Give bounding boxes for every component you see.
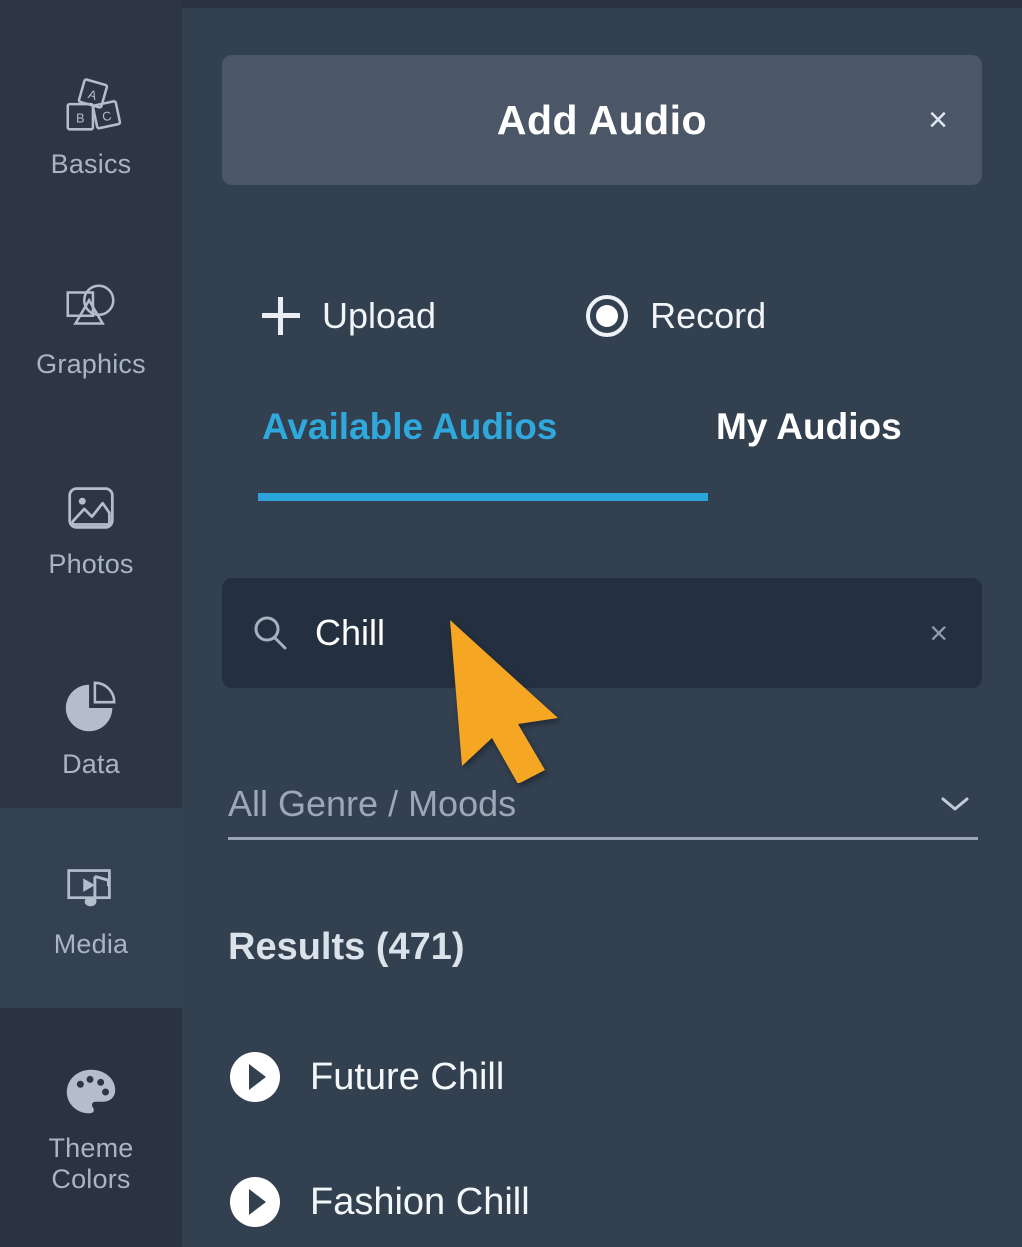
record-icon xyxy=(586,295,629,337)
panel-header: Add Audio × xyxy=(222,55,982,185)
svg-text:A: A xyxy=(86,87,99,103)
search-input[interactable]: Chill xyxy=(315,612,929,654)
list-item[interactable]: Fashion Chill xyxy=(228,1171,982,1233)
tab-available-audios[interactable]: Available Audios xyxy=(262,406,557,448)
search-icon xyxy=(250,613,290,653)
play-icon[interactable] xyxy=(228,1050,282,1104)
plus-icon xyxy=(262,297,300,335)
sidebar-item-label: Graphics xyxy=(36,348,146,379)
audio-panel-screen: A B C Basics Graphics Photos Data Media … xyxy=(0,0,1022,1247)
results-count: Results (471) xyxy=(228,926,465,968)
record-label: Record xyxy=(650,295,767,336)
record-button[interactable]: Record xyxy=(586,295,766,337)
sidebar-item-photos[interactable]: Photos xyxy=(0,438,182,618)
sidebar-item-media[interactable]: Media xyxy=(0,808,182,1008)
image-icon xyxy=(60,477,122,539)
sidebar-item-data[interactable]: Data xyxy=(0,638,182,818)
blocks-icon: A B C xyxy=(60,77,122,139)
sidebar-item-label: Photos xyxy=(48,548,134,579)
clear-search-icon[interactable]: × xyxy=(929,617,948,649)
close-icon[interactable]: × xyxy=(928,103,948,137)
upload-button[interactable]: Upload xyxy=(262,295,436,337)
svg-text:B: B xyxy=(76,111,84,125)
audio-results-list: Future Chill Fashion Chill xyxy=(228,1046,982,1247)
audio-actions-row: Upload Record xyxy=(222,276,982,356)
page-title: Add Audio xyxy=(496,96,708,143)
list-item-label: Future Chill xyxy=(310,1055,505,1098)
play-icon[interactable] xyxy=(228,1175,282,1229)
audio-tabs: Available Audios My Audios xyxy=(222,406,982,511)
sidebar-item-label: Theme Colors xyxy=(48,1132,134,1194)
chevron-down-icon xyxy=(940,795,970,813)
media-icon xyxy=(60,857,122,919)
sidebar-item-label: Basics xyxy=(50,148,132,179)
search-bar[interactable]: Chill × xyxy=(222,578,982,688)
pie-chart-icon xyxy=(60,677,122,739)
upload-label: Upload xyxy=(322,295,437,336)
tab-my-audios[interactable]: My Audios xyxy=(716,406,902,448)
sidebar-item-graphics[interactable]: Graphics xyxy=(0,238,182,418)
genre-moods-value: All Genre / Moods xyxy=(228,782,517,824)
sidebar-item-label: Media xyxy=(53,928,129,959)
add-audio-panel: Add Audio × Upload Record Available Audi… xyxy=(182,8,1022,1247)
left-sidebar: A B C Basics Graphics Photos Data Media … xyxy=(0,0,182,1247)
sidebar-item-theme-colors[interactable]: Theme Colors xyxy=(0,1008,182,1247)
active-tab-indicator xyxy=(258,493,708,501)
list-item[interactable]: Future Chill xyxy=(228,1046,982,1108)
svg-text:C: C xyxy=(101,108,113,124)
genre-moods-select[interactable]: All Genre / Moods xyxy=(228,770,978,840)
list-item-label: Fashion Chill xyxy=(310,1180,530,1223)
palette-icon xyxy=(60,1061,122,1123)
sidebar-item-basics[interactable]: A B C Basics xyxy=(0,38,182,218)
sidebar-item-label: Data xyxy=(62,748,120,779)
shapes-icon xyxy=(60,277,122,339)
